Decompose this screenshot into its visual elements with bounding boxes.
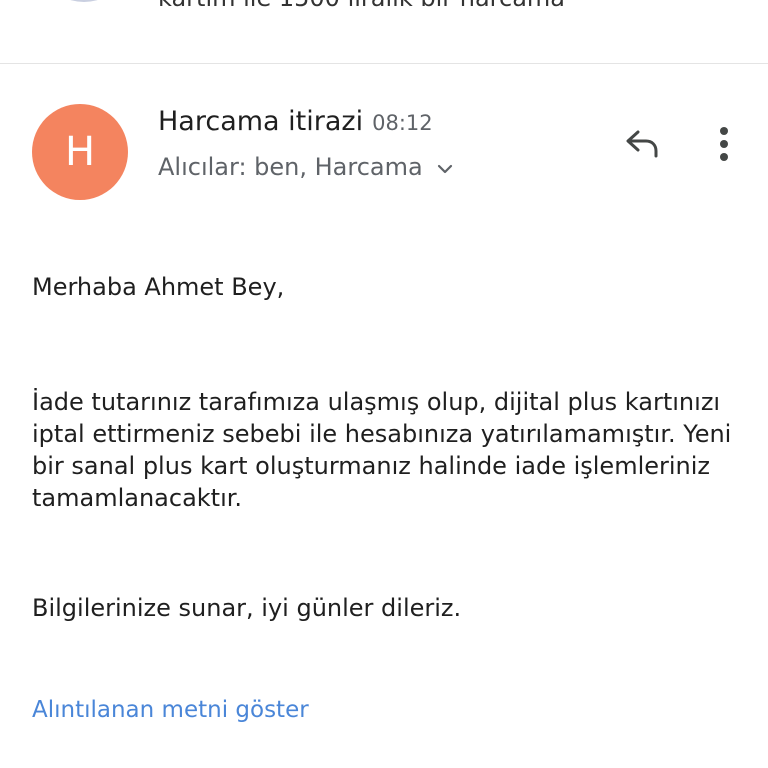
reply-icon bbox=[626, 130, 658, 158]
sender-row: Harcama itirazi 08:12 bbox=[158, 106, 433, 137]
sender-avatar[interactable]: H bbox=[32, 104, 128, 200]
email-view: kartım ile 1500 liralık bir harcama H Ha… bbox=[0, 0, 768, 768]
message-time: 08:12 bbox=[372, 111, 433, 135]
message-divider bbox=[0, 63, 768, 64]
email-body-paragraph: İade tutarınız tarafımıza ulaşmış olup, … bbox=[32, 388, 732, 512]
sender-name: Harcama itirazi bbox=[158, 106, 364, 137]
previous-message-avatar bbox=[52, 0, 116, 2]
recipients-toggle[interactable]: Alıcılar: ben, Harcama bbox=[158, 153, 454, 181]
more-options-button[interactable] bbox=[700, 120, 748, 168]
chevron-down-icon bbox=[437, 164, 452, 174]
show-quoted-text-link[interactable]: Alıntılanan metni göster bbox=[32, 697, 309, 723]
recipients-label: Alıcılar: ben, Harcama bbox=[158, 153, 423, 181]
reply-button[interactable] bbox=[618, 120, 666, 168]
previous-message[interactable]: kartım ile 1500 liralık bir harcama bbox=[0, 0, 768, 63]
avatar-letter: H bbox=[64, 129, 96, 175]
previous-message-snippet: kartım ile 1500 liralık bir harcama bbox=[158, 0, 565, 12]
email-closing: Bilgilerinize sunar, iyi günler dileriz. bbox=[32, 594, 462, 622]
more-vertical-icon bbox=[720, 127, 728, 161]
email-greeting: Merhaba Ahmet Bey, bbox=[32, 273, 285, 301]
